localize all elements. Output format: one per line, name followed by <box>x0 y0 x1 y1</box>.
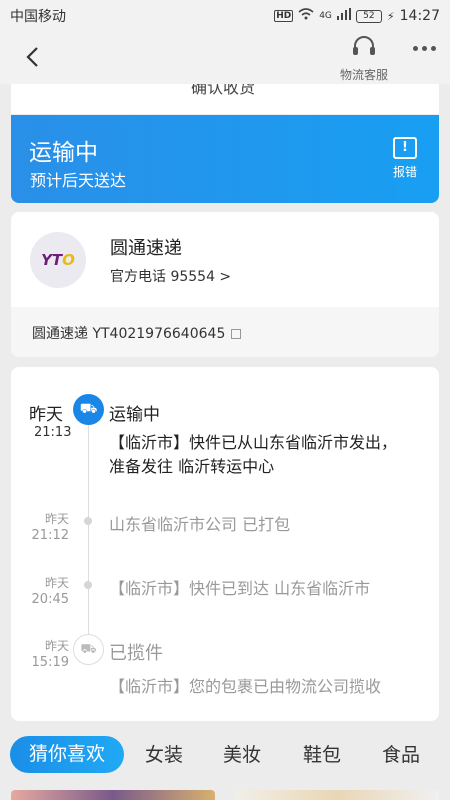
entry-day: 昨天 <box>29 405 63 425</box>
dot-icon <box>413 46 418 51</box>
truck-icon: ⛟ <box>73 394 104 425</box>
timeline-line <box>88 414 89 646</box>
dot-icon <box>431 46 436 51</box>
tracking-number-row: 圆通速递 YT4021976640645 <box>11 307 439 357</box>
battery-icon: 52 <box>355 9 382 23</box>
shipment-status: 运输中 <box>29 140 98 166</box>
charging-icon: ⚡ <box>386 9 395 23</box>
entry-time: 15:19 <box>31 655 69 670</box>
status-banner: 运输中 预计后天送达 ! 报错 <box>11 115 439 203</box>
product-image[interactable] <box>235 790 439 800</box>
timeline-dot <box>84 517 92 525</box>
product-image[interactable] <box>11 790 215 800</box>
dot-icon <box>422 46 427 51</box>
entry-day: 昨天 <box>44 512 69 526</box>
entry-day: 昨天 <box>44 639 69 653</box>
report-label: 报错 <box>392 165 417 179</box>
courier-card: YT O 圆通速递 官方电话 95554 > 圆通速递 YT40219766406… <box>11 212 439 357</box>
courier-logo: YT O <box>30 232 86 288</box>
entry-text: 【临沂市】您的包裹已由物流公司揽收 <box>109 677 382 696</box>
report-error-button[interactable]: ! 报错 <box>392 137 417 180</box>
entry-day: 昨天 <box>44 576 69 590</box>
courier-phone-link[interactable]: 官方电话 95554 > <box>110 266 231 286</box>
entry-text: 【临沂市】快件已到达 山东省临沂市 <box>109 579 371 598</box>
tab-women-clothing[interactable]: 女装 <box>145 740 183 767</box>
tab-beauty[interactable]: 美妆 <box>223 740 261 767</box>
delivery-estimate: 预计后天送达 <box>30 171 127 190</box>
entry-text: 【临沂市】快件已从山东省临沂市发出，准备发往 临沂转运中心 <box>109 433 398 476</box>
headset-icon <box>353 36 375 55</box>
network-type: 4G <box>319 11 332 21</box>
entry-time: 20:45 <box>31 592 69 607</box>
tab-guess-you-like[interactable]: 猜你喜欢 <box>10 736 124 773</box>
back-button[interactable] <box>18 42 46 72</box>
hd-icon: HD <box>274 10 294 22</box>
logo-mark: O <box>62 251 75 269</box>
entry-title: 运输中 <box>109 405 160 425</box>
logo-text: YT <box>41 251 63 269</box>
clock: 14:27 <box>399 8 440 24</box>
status-bar: 中国移动 HD 4G 52 ⚡ 14:27 <box>0 0 450 32</box>
timeline-dot <box>84 581 92 589</box>
entry-time: 21:12 <box>31 528 69 543</box>
logistics-service-button[interactable]: 物流客服 <box>330 34 398 83</box>
copy-icon[interactable] <box>231 329 242 339</box>
nav-bar: 物流客服 <box>0 32 450 84</box>
wifi-icon <box>298 8 314 24</box>
tracking-number: 圆通速递 YT4021976640645 <box>32 326 226 342</box>
clipped-row: 确认收货 <box>11 84 439 114</box>
report-icon: ! <box>392 137 417 159</box>
chevron-left-icon <box>26 47 38 67</box>
courier-name: 圆通速递 <box>110 238 182 259</box>
entry-time: 21:13 <box>34 425 72 440</box>
clipped-text: 确认收货 <box>191 84 256 97</box>
package-pickup-icon: ⛟ <box>73 634 104 665</box>
tab-food[interactable]: 食品 <box>382 740 420 767</box>
signal-icon <box>336 8 351 24</box>
recommend-tabs: 猜你喜欢 女装 美妆 鞋包 食品 <box>0 736 450 778</box>
carrier-name: 中国移动 <box>10 9 66 25</box>
tab-shoes-bags[interactable]: 鞋包 <box>303 740 341 767</box>
tracking-timeline: 昨天 21:13 ⛟ 运输中 【临沂市】快件已从山东省临沂市发出，准备发往 临沂… <box>11 367 439 721</box>
more-menu-button[interactable] <box>413 46 436 51</box>
entry-title: 已揽件 <box>109 643 163 664</box>
entry-text: 山东省临沂市公司 已打包 <box>109 515 291 534</box>
service-label: 物流客服 <box>339 68 388 82</box>
